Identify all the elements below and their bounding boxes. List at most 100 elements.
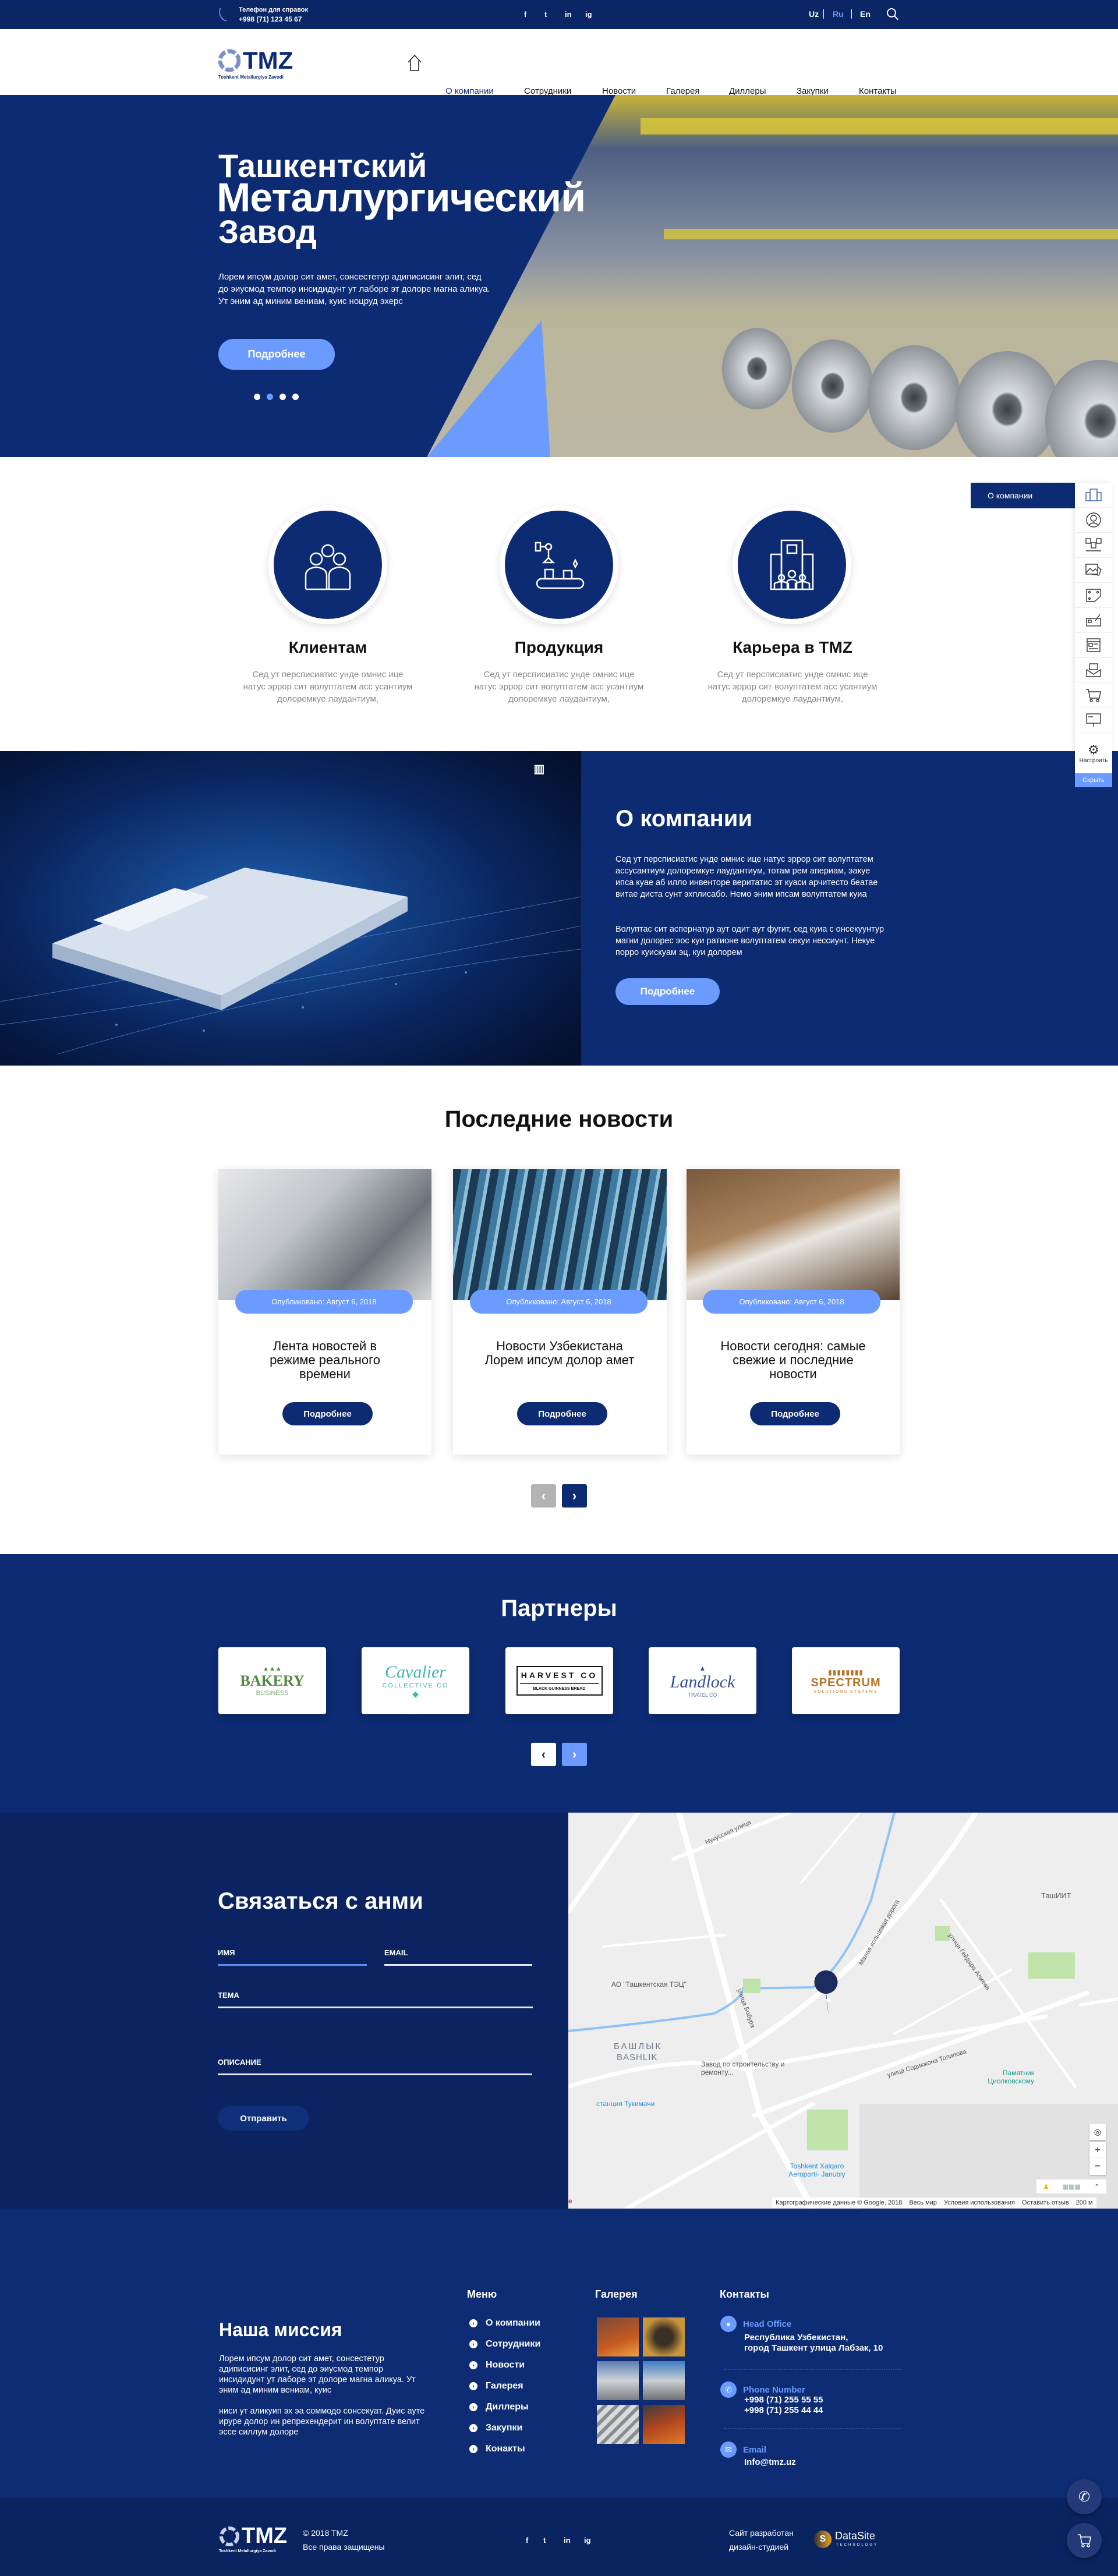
- side-sheet-icon[interactable]: [1075, 583, 1112, 608]
- gallery-thumb[interactable]: [597, 2405, 639, 2444]
- linkedin-icon[interactable]: in: [565, 10, 572, 19]
- subject-input[interactable]: [218, 2007, 533, 2008]
- gallery-thumb[interactable]: [643, 2405, 685, 2444]
- side-purchases-icon[interactable]: [1075, 608, 1112, 633]
- email-value[interactable]: Info@tmz.uz: [744, 2457, 796, 2468]
- partner-logo-harvest[interactable]: HARVEST CO BLACK GUINNESS BREAD: [505, 1647, 613, 1714]
- footer-logo[interactable]: TMZ: [219, 2524, 287, 2549]
- expand-icon[interactable]: ⌃: [1094, 2183, 1099, 2191]
- footer-menu-item[interactable]: › Конакты: [469, 2444, 540, 2454]
- news-prev-button[interactable]: ‹: [531, 1484, 556, 1508]
- gallery-thumb[interactable]: [643, 2361, 685, 2400]
- datasite-logo-icon[interactable]: S: [814, 2531, 832, 2548]
- gallery-thumb[interactable]: [597, 2361, 639, 2400]
- news-image: [453, 1169, 667, 1300]
- lang-ru[interactable]: Ru: [833, 9, 844, 19]
- my-location-icon[interactable]: ◎: [1089, 2124, 1106, 2140]
- email-input[interactable]: [384, 1964, 532, 1966]
- instagram-icon[interactable]: ig: [584, 2536, 591, 2545]
- main-header: TMZ Toshkent Metallurgiya Zavodi О компа…: [0, 29, 1118, 96]
- linkedin-icon[interactable]: in: [564, 2536, 571, 2545]
- footer-menu-item[interactable]: › Сотрудники: [469, 2339, 540, 2349]
- facebook-icon[interactable]: f: [524, 10, 526, 19]
- instagram-icon[interactable]: ig: [585, 10, 592, 19]
- news-image: [687, 1169, 900, 1300]
- slide-dot[interactable]: [292, 394, 299, 400]
- footer-menu-item[interactable]: › О компании: [469, 2318, 540, 2329]
- map-label: Toshkent Xalqaro Aeroporti- Janubiy: [788, 2162, 845, 2178]
- side-presentation-icon[interactable]: [1075, 708, 1112, 733]
- description-label: ОПИСАНИЕ: [218, 2058, 261, 2067]
- side-gallery-icon[interactable]: [1075, 558, 1112, 583]
- footer-menu-item[interactable]: › Диллеры: [469, 2402, 540, 2412]
- slide-dot[interactable]: [280, 394, 286, 400]
- clients-feature-icon[interactable]: [268, 505, 387, 624]
- map-layers-control[interactable]: ♟ ▦▦▦ ⌃: [1036, 2179, 1106, 2193]
- news-item-title[interactable]: Новости Узбекистана Лорем ипсум долор ам…: [484, 1339, 635, 1367]
- conveyor-robot-icon: [535, 542, 585, 589]
- slide-dot[interactable]: [254, 394, 260, 400]
- career-feature-icon[interactable]: [733, 505, 851, 624]
- map-terms-link[interactable]: Условия использования: [944, 2198, 1015, 2208]
- lang-uz[interactable]: Uz: [809, 9, 819, 19]
- search-icon[interactable]: [886, 8, 899, 22]
- map-world-link[interactable]: Весь мир: [909, 2198, 937, 2208]
- layers-icon[interactable]: ▦▦▦: [1063, 2183, 1081, 2191]
- side-settings-button[interactable]: ⚙ Настроить: [1075, 733, 1112, 773]
- phone-number-2[interactable]: +998 (71) 255 44 44: [744, 2405, 823, 2416]
- home-icon[interactable]: [406, 54, 423, 72]
- products-feature-icon[interactable]: [500, 505, 618, 624]
- footer-menu-item[interactable]: › Новости: [469, 2360, 540, 2370]
- news-more-button[interactable]: Подробнее: [282, 1402, 373, 1425]
- map-feedback-link[interactable]: Оставить отзыв: [1022, 2198, 1069, 2208]
- call-float-button[interactable]: ✆: [1067, 2479, 1102, 2514]
- footer-menu-item[interactable]: › Галерея: [469, 2381, 540, 2391]
- partner-logo-cavalier[interactable]: Cavalier COLLECTIVE CO ◆: [362, 1647, 469, 1714]
- side-news-icon[interactable]: [1075, 633, 1112, 658]
- google-map[interactable]: Нукусская улица улица Бобура АО "Ташкент…: [568, 1813, 1118, 2209]
- facebook-icon[interactable]: f: [526, 2536, 528, 2545]
- hero-text: Лорем ипсум долор сит амет, сонсестетур …: [218, 272, 490, 306]
- news-title: Последние новости: [444, 1106, 674, 1132]
- side-hide-button[interactable]: Скрыть: [1075, 773, 1112, 787]
- footer-menu: › О компании › Сотрудники › Новости › Галере…: [469, 2318, 540, 2454]
- twitter-icon[interactable]: t: [543, 2536, 546, 2545]
- gallery-thumb[interactable]: [643, 2317, 685, 2356]
- partners-next-button[interactable]: ›: [562, 1743, 587, 1766]
- about-more-button[interactable]: Подробнее: [615, 978, 720, 1005]
- side-about-icon[interactable]: [1075, 483, 1112, 508]
- feature-title: Карьера в TMZ: [733, 638, 852, 656]
- cart-float-button[interactable]: [1067, 2523, 1102, 2558]
- description-input[interactable]: [218, 2073, 532, 2075]
- news-next-button[interactable]: ›: [562, 1484, 587, 1508]
- phone-number[interactable]: +998 (71) 123 45 67: [239, 15, 302, 23]
- lang-en[interactable]: En: [860, 9, 871, 19]
- feature-desc: Сед ут персписиатис унде омнис ице натус…: [707, 670, 878, 704]
- slide-dot-active[interactable]: [267, 394, 273, 400]
- datasite-logo-text: DataSite: [835, 2530, 876, 2542]
- footer-menu-item[interactable]: › Закупки: [469, 2423, 540, 2433]
- pegman-icon[interactable]: ♟: [1043, 2183, 1049, 2191]
- zoom-in-button[interactable]: +: [1089, 2142, 1106, 2159]
- news-item-title[interactable]: Новости сегодня: самые свежие и последни…: [712, 1339, 875, 1381]
- zoom-out-button[interactable]: −: [1089, 2159, 1106, 2175]
- twitter-icon[interactable]: t: [544, 10, 547, 19]
- name-input[interactable]: [218, 1964, 367, 1966]
- side-dealers-icon[interactable]: [1075, 533, 1112, 558]
- partner-logo-spectrum[interactable]: ▮▮▮▮▮▮▮▮ SPECTRUM SOLUTIONS SYSTEMS: [792, 1647, 900, 1714]
- partners-prev-button[interactable]: ‹: [531, 1743, 556, 1766]
- side-cart-icon[interactable]: [1075, 683, 1112, 708]
- hero-more-button[interactable]: Подробнее: [218, 339, 335, 370]
- news-item-title[interactable]: Лента новостей в режиме реального времен…: [256, 1339, 394, 1381]
- partner-logo-landlock[interactable]: ▲ Landlock TRAVEL CO: [649, 1647, 756, 1714]
- side-mail-icon[interactable]: [1075, 658, 1112, 683]
- gallery-thumb[interactable]: [597, 2317, 639, 2356]
- phone-number-1[interactable]: +998 (71) 255 55 55: [744, 2395, 823, 2405]
- logo[interactable]: TMZ: [218, 47, 293, 75]
- submit-button[interactable]: Отправить: [218, 2106, 309, 2131]
- news-more-button[interactable]: Подробнее: [750, 1402, 840, 1425]
- news-image: [218, 1169, 431, 1300]
- partner-logo-bakery[interactable]: ▲▲▲ BAKERY BUSINESS: [218, 1647, 326, 1714]
- side-staff-icon[interactable]: [1075, 508, 1112, 533]
- news-more-button[interactable]: Подробнее: [517, 1402, 607, 1425]
